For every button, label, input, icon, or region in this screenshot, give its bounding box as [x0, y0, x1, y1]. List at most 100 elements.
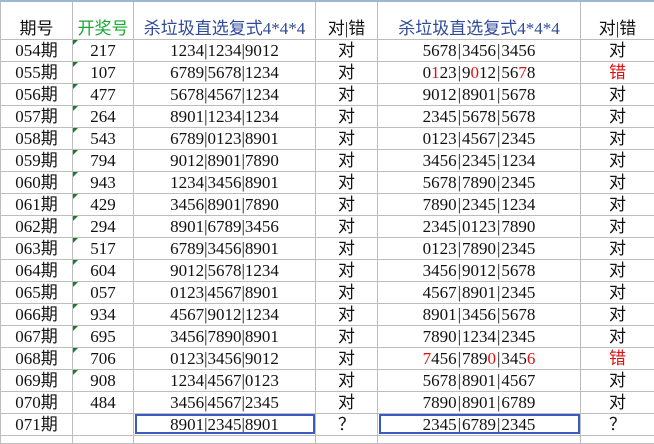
draw-number-cell[interactable]: 794	[73, 149, 134, 171]
kill-set-1-cell[interactable]: 1234|4567|0123	[134, 369, 316, 391]
result-2-cell[interactable]: 错	[581, 347, 654, 369]
result-2-cell[interactable]: 错	[581, 61, 654, 83]
result-1-cell[interactable]: 对	[316, 127, 378, 149]
result-1-cell[interactable]: 对	[316, 281, 378, 303]
draw-number-cell[interactable]: 934	[73, 303, 134, 325]
kill-set-1-cell[interactable]: 8901|1234|1234	[134, 105, 316, 127]
kill-set-1-cell[interactable]: 8901|6789|3456	[134, 215, 316, 237]
kill-set-2-cell[interactable]: 0123|9012|5678	[378, 61, 581, 83]
kill-set-1-cell[interactable]: 9012|5678|1234	[134, 259, 316, 281]
result-1-cell[interactable]: 对	[316, 149, 378, 171]
period-cell[interactable]: 063期	[1, 237, 73, 259]
result-1-cell[interactable]: ？	[316, 413, 378, 435]
result-1-cell[interactable]: 对	[316, 237, 378, 259]
period-cell[interactable]: 062期	[1, 215, 73, 237]
result-2-cell[interactable]: 对	[581, 105, 654, 127]
draw-number-cell[interactable]: 294	[73, 215, 134, 237]
kill-set-1-cell[interactable]: 0123|4567|8901	[134, 281, 316, 303]
result-2-cell[interactable]: 对	[581, 193, 654, 215]
kill-set-2-cell[interactable]: 2345|0123|7890	[378, 215, 581, 237]
result-2-cell[interactable]: 对	[581, 303, 654, 325]
result-1-cell[interactable]: 对	[316, 171, 378, 193]
draw-number-cell[interactable]: 517	[73, 237, 134, 259]
result-2-cell[interactable]: 对	[581, 149, 654, 171]
result-2-cell[interactable]: ？	[581, 413, 654, 435]
kill-set-2-cell[interactable]: 9012|8901|5678	[378, 83, 581, 105]
kill-set-1-cell[interactable]: 5678|4567|1234	[134, 83, 316, 105]
period-cell[interactable]: 055期	[1, 61, 73, 83]
kill-set-1-cell[interactable]: 3456|8901|7890	[134, 193, 316, 215]
kill-set-1-cell[interactable]: 9012|8901|7890	[134, 149, 316, 171]
result-2-cell[interactable]: 对	[581, 215, 654, 237]
draw-number-cell[interactable]: 429	[73, 193, 134, 215]
period-cell[interactable]: 059期	[1, 149, 73, 171]
period-cell[interactable]: 065期	[1, 281, 73, 303]
draw-number-cell[interactable]: 264	[73, 105, 134, 127]
result-1-cell[interactable]: 对	[316, 347, 378, 369]
result-2-cell[interactable]: 对	[581, 391, 654, 413]
result-1-cell[interactable]: 对	[316, 39, 378, 61]
kill-set-2-cell[interactable]: 0123|4567|2345	[378, 127, 581, 149]
kill-set-2-cell[interactable]: 4567|8901|2345	[378, 281, 581, 303]
kill-set-2-cell[interactable]: 2345|5678|5678	[378, 105, 581, 127]
kill-set-1-cell[interactable]: 6789|0123|8901	[134, 127, 316, 149]
result-1-cell[interactable]: 对	[316, 259, 378, 281]
kill-set-2-cell[interactable]: 0123|7890|2345	[378, 237, 581, 259]
draw-number-cell[interactable]: 908	[73, 369, 134, 391]
kill-set-1-cell[interactable]: 3456|4567|2345	[134, 391, 316, 413]
result-1-cell[interactable]: 对	[316, 83, 378, 105]
kill-set-1-cell[interactable]: 1234|3456|8901	[134, 171, 316, 193]
result-2-cell[interactable]: 对	[581, 83, 654, 105]
kill-set-2-cell[interactable]: 5678|3456|3456	[378, 39, 581, 61]
kill-set-1-cell[interactable]: 8901|2345|8901	[134, 413, 316, 435]
period-cell[interactable]: 066期	[1, 303, 73, 325]
result-2-cell[interactable]: 对	[581, 171, 654, 193]
result-2-cell[interactable]: 对	[581, 259, 654, 281]
kill-set-1-cell[interactable]: 0123|3456|9012	[134, 347, 316, 369]
period-cell[interactable]: 058期	[1, 127, 73, 149]
result-2-cell[interactable]: 对	[581, 369, 654, 391]
period-cell[interactable]: 056期	[1, 83, 73, 105]
kill-set-2-cell[interactable]: 7890|1234|2345	[378, 325, 581, 347]
draw-number-cell[interactable]: 706	[73, 347, 134, 369]
period-cell[interactable]: 061期	[1, 193, 73, 215]
kill-set-2-cell[interactable]: 8901|3456|5678	[378, 303, 581, 325]
period-cell[interactable]: 057期	[1, 105, 73, 127]
draw-number-cell[interactable]: 057	[73, 281, 134, 303]
period-cell[interactable]: 064期	[1, 259, 73, 281]
period-cell[interactable]: 070期	[1, 391, 73, 413]
period-cell[interactable]: 067期	[1, 325, 73, 347]
draw-number-cell[interactable]: 107	[73, 61, 134, 83]
draw-number-cell[interactable]: 217	[73, 39, 134, 61]
kill-set-2-cell[interactable]: 7890|2345|1234	[378, 193, 581, 215]
kill-set-2-cell[interactable]: 5678|7890|2345	[378, 171, 581, 193]
draw-number-cell[interactable]: 695	[73, 325, 134, 347]
kill-set-2-cell[interactable]: 5678|8901|4567	[378, 369, 581, 391]
result-2-cell[interactable]: 对	[581, 127, 654, 149]
period-cell[interactable]: 069期	[1, 369, 73, 391]
result-2-cell[interactable]: 对	[581, 325, 654, 347]
kill-set-1-cell[interactable]: 6789|3456|8901	[134, 237, 316, 259]
draw-number-cell[interactable]: 943	[73, 171, 134, 193]
result-1-cell[interactable]: 对	[316, 193, 378, 215]
result-2-cell[interactable]: 对	[581, 281, 654, 303]
result-1-cell[interactable]: 对	[316, 61, 378, 83]
kill-set-2-cell[interactable]: 7890|8901|6789	[378, 391, 581, 413]
kill-set-2-cell[interactable]: 7456|7890|3456	[378, 347, 581, 369]
kill-set-1-cell[interactable]: 3456|7890|8901	[134, 325, 316, 347]
period-cell[interactable]: 068期	[1, 347, 73, 369]
kill-set-2-cell[interactable]: 2345|6789|2345	[378, 413, 581, 435]
result-1-cell[interactable]: 对	[316, 369, 378, 391]
result-2-cell[interactable]: 对	[581, 237, 654, 259]
kill-set-2-cell[interactable]: 3456|9012|5678	[378, 259, 581, 281]
draw-number-cell[interactable]: 477	[73, 83, 134, 105]
draw-number-cell[interactable]	[73, 413, 134, 435]
result-1-cell[interactable]: 对	[316, 105, 378, 127]
kill-set-2-cell[interactable]: 3456|2345|1234	[378, 149, 581, 171]
draw-number-cell[interactable]: 604	[73, 259, 134, 281]
period-cell[interactable]: 054期	[1, 39, 73, 61]
period-cell[interactable]: 060期	[1, 171, 73, 193]
result-2-cell[interactable]: 对	[581, 39, 654, 61]
period-cell[interactable]: 071期	[1, 413, 73, 435]
result-1-cell[interactable]: 对	[316, 303, 378, 325]
